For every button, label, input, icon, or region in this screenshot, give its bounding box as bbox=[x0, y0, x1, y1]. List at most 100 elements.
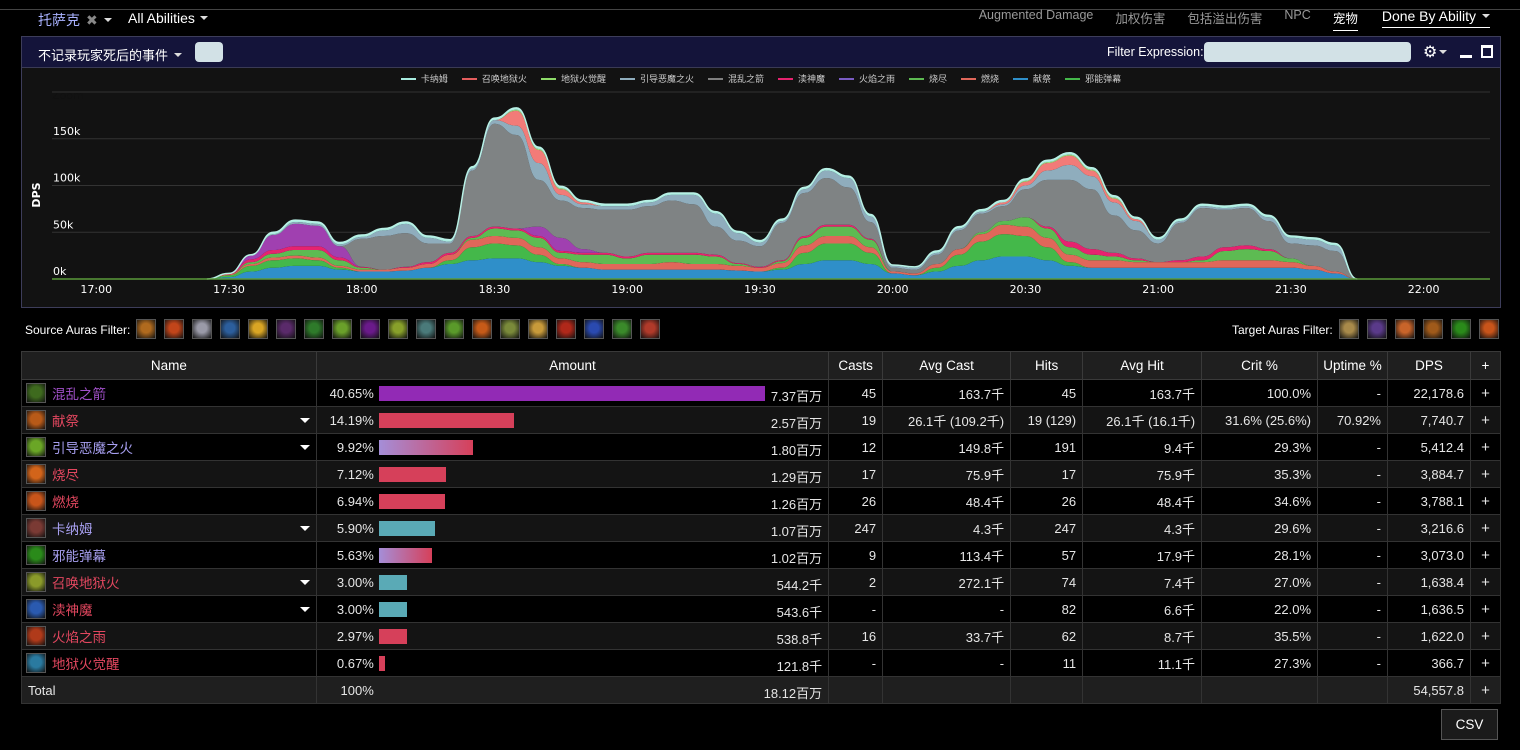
actor-name[interactable]: 托萨克 bbox=[38, 10, 80, 30]
ability-name-cell[interactable]: 地狱火觉醒 bbox=[21, 649, 317, 677]
expand-row-button[interactable]: + bbox=[1469, 433, 1502, 461]
ability-name-cell[interactable]: 混乱之箭 bbox=[21, 379, 317, 407]
source-aura-icon[interactable] bbox=[612, 319, 632, 339]
col-crit[interactable]: Crit % bbox=[1201, 351, 1319, 380]
source-aura-icon[interactable] bbox=[472, 319, 492, 339]
ability-name-cell[interactable]: 火焰之雨 bbox=[21, 622, 317, 650]
ability-name-cell[interactable]: 引导恶魔之火 bbox=[21, 433, 317, 461]
tab-weighted-damage[interactable]: 加权伤害 bbox=[1115, 8, 1165, 30]
ability-name-cell[interactable]: 邪能弹幕 bbox=[21, 541, 317, 569]
chevron-down-icon[interactable] bbox=[299, 418, 310, 423]
col-dps[interactable]: DPS bbox=[1386, 351, 1471, 380]
close-x-icon[interactable]: ✖ bbox=[86, 12, 98, 29]
ability-name-link[interactable]: 献祭 bbox=[52, 414, 79, 429]
ability-name-link[interactable]: 引导恶魔之火 bbox=[52, 441, 133, 456]
col-casts[interactable]: Casts bbox=[828, 351, 884, 380]
expand-row-button[interactable]: + bbox=[1469, 622, 1502, 650]
source-aura-icon[interactable] bbox=[360, 319, 380, 339]
target-aura-icon[interactable] bbox=[1339, 319, 1359, 339]
chevron-down-icon[interactable] bbox=[299, 526, 310, 531]
chevron-down-icon[interactable] bbox=[299, 580, 310, 585]
source-aura-icon[interactable] bbox=[136, 319, 156, 339]
expand-row-button[interactable]: + bbox=[1469, 460, 1502, 488]
table-row[interactable]: 卡纳姆 5.90% 1.07百万 247 4.3千 247 4.3千 29.6% -3,216.… bbox=[21, 514, 1502, 542]
tab-augmented-damage[interactable]: Augmented Damage bbox=[979, 8, 1094, 25]
table-row[interactable]: 地狱火觉醒 0.67% 121.8千 - -11 11.1千 27.3% -366.7 + bbox=[21, 649, 1502, 677]
expand-row-button[interactable]: + bbox=[1469, 568, 1502, 596]
ability-name-link[interactable]: 混乱之箭 bbox=[52, 387, 106, 402]
ability-name-link[interactable]: 渎神魔 bbox=[52, 603, 93, 618]
avg-cast-cell: 33.7千 bbox=[882, 622, 1012, 650]
expand-row-button[interactable]: + bbox=[1469, 595, 1502, 623]
table-row[interactable]: 混乱之箭 40.65% 7.37百万 45 163.7千 45 163.7千 100.0% -2… bbox=[21, 379, 1502, 407]
add-column-button[interactable]: + bbox=[1469, 351, 1502, 380]
table-row[interactable]: 引导恶魔之火 9.92% 1.80百万 12 149.8千 191 9.4千 29.3% -5,… bbox=[21, 433, 1502, 461]
source-aura-icon[interactable] bbox=[584, 319, 604, 339]
ability-name-link[interactable]: 卡纳姆 bbox=[52, 522, 93, 537]
source-aura-icon[interactable] bbox=[276, 319, 296, 339]
col-avg-cast[interactable]: Avg Cast bbox=[882, 351, 1012, 380]
col-name[interactable]: Name bbox=[21, 351, 317, 380]
table-row[interactable]: 献祭 14.19% 2.57百万 19 26.1千 (109.2千) 19 (129) 26… bbox=[21, 406, 1502, 434]
source-aura-icon[interactable] bbox=[500, 319, 520, 339]
ability-name-cell[interactable]: 燃烧 bbox=[21, 487, 317, 515]
ability-name-cell[interactable]: 献祭 bbox=[21, 406, 317, 434]
ability-name-link[interactable]: 燃烧 bbox=[52, 495, 79, 510]
target-aura-icon[interactable] bbox=[1423, 319, 1443, 339]
avg-hit-cell: 8.7千 bbox=[1082, 622, 1203, 650]
ability-name-link[interactable]: 火焰之雨 bbox=[52, 630, 106, 645]
source-aura-icon[interactable] bbox=[304, 319, 324, 339]
expand-total-button[interactable]: + bbox=[1469, 676, 1502, 704]
dps-area-chart[interactable]: Zoom 0k 50k 100k 150k DPS 17:00 17:30 18:00 18:30… bbox=[22, 37, 1500, 307]
expand-row-button[interactable]: + bbox=[1469, 406, 1502, 434]
source-aura-icon[interactable] bbox=[332, 319, 352, 339]
table-row[interactable]: 火焰之雨 2.97% 538.8千 16 33.7千 62 8.7千 35.5% -1,622.… bbox=[21, 622, 1502, 650]
col-avg-hit[interactable]: Avg Hit bbox=[1082, 351, 1203, 380]
expand-row-button[interactable]: + bbox=[1469, 514, 1502, 542]
chevron-down-icon[interactable] bbox=[299, 607, 310, 612]
ability-name-cell[interactable]: 召唤地狱火 bbox=[21, 568, 317, 596]
target-aura-icon[interactable] bbox=[1395, 319, 1415, 339]
table-row[interactable]: 渎神魔 3.00% 543.6千 - -82 6.6千 22.0% -1,636.5 + bbox=[21, 595, 1502, 623]
tab-pets[interactable]: 宠物 bbox=[1332, 8, 1358, 31]
table-row[interactable]: 邪能弹幕 5.63% 1.02百万 9 113.4千 57 17.9千 28.1% -3,073… bbox=[21, 541, 1502, 569]
tab-npc[interactable]: NPC bbox=[1284, 8, 1310, 25]
ability-name-link[interactable]: 烧尽 bbox=[52, 468, 79, 483]
table-row[interactable]: 燃烧 6.94% 1.26百万 26 48.4千 26 48.4千 34.6% -3,788.1… bbox=[21, 487, 1502, 515]
ability-name-cell[interactable]: 渎神魔 bbox=[21, 595, 317, 623]
ability-name-cell[interactable]: 卡纳姆 bbox=[21, 514, 317, 542]
source-aura-icon[interactable] bbox=[388, 319, 408, 339]
ability-name-link[interactable]: 地狱火觉醒 bbox=[52, 657, 120, 672]
target-aura-icon[interactable] bbox=[1367, 319, 1387, 339]
ability-name-link[interactable]: 邪能弹幕 bbox=[52, 549, 106, 564]
source-aura-icon[interactable] bbox=[444, 319, 464, 339]
chevron-down-icon[interactable] bbox=[103, 18, 112, 22]
actor-filter[interactable]: 托萨克 ✖ bbox=[38, 10, 112, 30]
source-aura-icon[interactable] bbox=[640, 319, 660, 339]
expand-row-button[interactable]: + bbox=[1469, 379, 1502, 407]
col-hits[interactable]: Hits bbox=[1010, 351, 1084, 380]
col-amount[interactable]: Amount bbox=[315, 351, 830, 380]
expand-row-button[interactable]: + bbox=[1469, 649, 1502, 677]
target-aura-icon[interactable] bbox=[1479, 319, 1499, 339]
abilities-dropdown[interactable]: All Abilities bbox=[128, 10, 208, 26]
source-aura-icon[interactable] bbox=[220, 319, 240, 339]
target-aura-icon[interactable] bbox=[1451, 319, 1471, 339]
source-aura-icon[interactable] bbox=[416, 319, 436, 339]
expand-row-button[interactable]: + bbox=[1469, 487, 1502, 515]
source-aura-icon[interactable] bbox=[556, 319, 576, 339]
source-aura-icon[interactable] bbox=[528, 319, 548, 339]
table-row[interactable]: 召唤地狱火 3.00% 544.2千 2 272.1千 74 7.4千 27.0% -1,638… bbox=[21, 568, 1502, 596]
expand-row-button[interactable]: + bbox=[1469, 541, 1502, 569]
tab-include-overkill[interactable]: 包括溢出伤害 bbox=[1187, 8, 1262, 30]
csv-export-button[interactable]: CSV bbox=[1441, 709, 1498, 740]
view-selector-dropdown[interactable]: Done By Ability bbox=[1381, 8, 1490, 28]
chevron-down-icon[interactable] bbox=[299, 445, 310, 450]
source-aura-icon[interactable] bbox=[248, 319, 268, 339]
table-row[interactable]: 烧尽 7.12% 1.29百万 17 75.9千 17 75.9千 35.3% -3,884.7… bbox=[21, 460, 1502, 488]
ability-name-link[interactable]: 召唤地狱火 bbox=[52, 576, 120, 591]
source-aura-icon[interactable] bbox=[192, 319, 212, 339]
col-uptime[interactable]: Uptime % bbox=[1317, 351, 1388, 380]
source-aura-icon[interactable] bbox=[164, 319, 184, 339]
ability-name-cell[interactable]: 烧尽 bbox=[21, 460, 317, 488]
